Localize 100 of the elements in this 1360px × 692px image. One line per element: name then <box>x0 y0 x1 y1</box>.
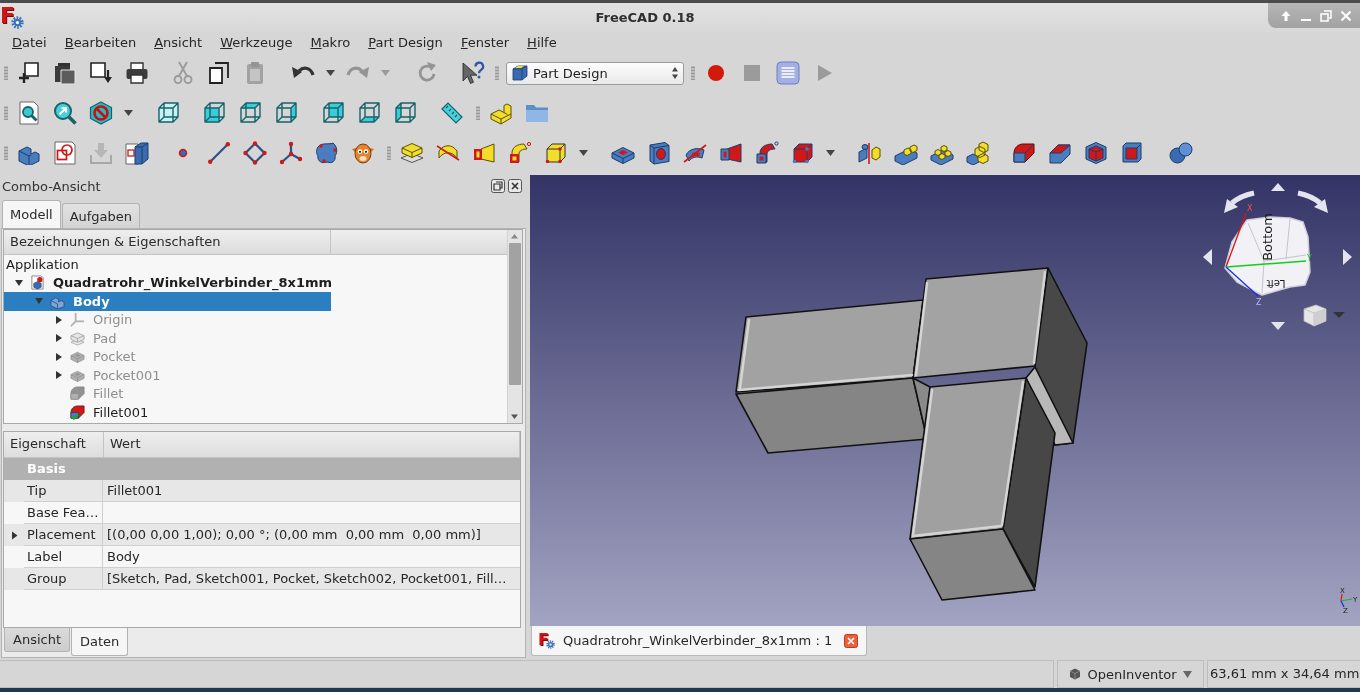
toolbar-handle[interactable] <box>4 106 8 120</box>
draw-style-button[interactable] <box>87 99 115 127</box>
tab[interactable]: Daten <box>71 628 129 656</box>
menu-item[interactable]: Werkzeuge <box>211 33 302 53</box>
page-block-icon <box>125 141 149 165</box>
whats-this-button[interactable] <box>459 59 487 87</box>
property-row[interactable]: Placement [(0,00 0,00 1,00); 0,00 °; (0,00 mm 0,00 mm 0,00 mm)] <box>4 524 520 546</box>
caret-icon <box>124 110 133 116</box>
workbench-selector[interactable]: Part Design <box>506 61 684 85</box>
property-value[interactable]: [Sketch, Pad, Sketch001, Pocket, Sketch002, Pocket001, Fill… <box>103 568 520 590</box>
multi-transform-button[interactable] <box>964 139 992 167</box>
subtractive-pipe-button[interactable] <box>753 139 781 167</box>
tray-arrow-icon <box>89 141 113 165</box>
axis-label: Z <box>1256 298 1262 307</box>
list-icon <box>776 61 800 85</box>
scrollbar-thumb[interactable] <box>509 243 521 385</box>
toolbar-handle[interactable] <box>691 66 695 80</box>
scrollbar[interactable] <box>507 230 522 423</box>
plane-button[interactable] <box>241 139 269 167</box>
menu-item[interactable]: Datei <box>3 33 56 53</box>
mirror-icon <box>858 141 882 165</box>
line-button[interactable] <box>205 139 233 167</box>
tree-item-label: Applikation <box>6 256 79 272</box>
arrow-up-icon[interactable] <box>1271 183 1285 191</box>
toolbar-handle[interactable] <box>4 146 8 160</box>
column-header[interactable]: Bezeichnungen & Eigenschaften <box>4 230 331 254</box>
menu-item[interactable]: Part Design <box>359 33 452 53</box>
boolean-button[interactable] <box>1167 139 1195 167</box>
menu-item[interactable]: Bearbeiten <box>55 33 146 53</box>
tree-item-label: Fillet <box>93 386 124 402</box>
fillet-icon <box>1012 141 1036 165</box>
tab[interactable]: Aufgaben <box>61 203 141 228</box>
close-panel-button[interactable] <box>508 179 522 193</box>
tree-item-label: Origin <box>93 312 133 328</box>
property-row[interactable]: Tip Fillet001 <box>4 480 520 502</box>
zoom-page-icon <box>17 101 41 125</box>
rotate-left-arrow-icon[interactable] <box>1224 190 1255 213</box>
tree-item-label: Pocket <box>93 349 136 365</box>
arrow-left-icon[interactable] <box>1203 249 1212 265</box>
menu-item[interactable]: Hilfe <box>518 33 566 53</box>
property-row[interactable]: Group [Sketch, Pad, Sketch001, Pocket, Sketch002, Pocket001, Fill… <box>4 568 520 590</box>
axes-icon <box>279 141 303 165</box>
sketch-button[interactable] <box>51 139 79 167</box>
dimensions-readout: 63,61 mm x 34,64 mm <box>1207 660 1360 688</box>
tab[interactable]: Modell <box>2 200 61 228</box>
part-block-icon <box>489 101 513 125</box>
arrow-down-icon[interactable] <box>1271 322 1285 330</box>
caret-right-icon[interactable] <box>9 530 19 540</box>
menu-item[interactable]: Fenster <box>451 33 519 53</box>
printer-icon <box>125 61 149 85</box>
rotate-right-arrow-icon[interactable] <box>1297 190 1328 213</box>
undock-button[interactable] <box>491 179 505 193</box>
cube-bottom-face-icon <box>357 101 381 125</box>
document-tab[interactable]: F Quadratrohr_WinkelVerbinder_8x1mm : 1 <box>531 626 868 656</box>
caret-icon <box>826 150 835 156</box>
ruler-icon <box>440 101 464 125</box>
arrow-right-icon[interactable] <box>1343 249 1352 265</box>
toolbar-handle[interactable] <box>387 146 391 160</box>
subtractive-box-icon <box>791 141 815 165</box>
gear-icon <box>546 640 555 649</box>
page-down-arrow-icon <box>89 61 113 85</box>
view-menu-button[interactable] <box>1303 304 1345 327</box>
tree-item[interactable]: Fillet001 <box>4 403 331 422</box>
navigation-cube[interactable] <box>1224 216 1311 296</box>
cube-right-face-icon <box>274 101 298 125</box>
macros-button[interactable] <box>774 59 802 87</box>
close-tab-button[interactable] <box>844 633 859 648</box>
scissors-icon <box>171 61 195 85</box>
pointer-question-icon <box>461 61 485 85</box>
close-icon <box>1340 9 1352 22</box>
axis-label: X <box>1247 204 1253 213</box>
caret-icon <box>1182 670 1192 678</box>
tree-item-label: Pocket001 <box>93 367 161 383</box>
copy-icon <box>207 61 231 85</box>
menu-item[interactable]: Ansicht <box>145 33 212 53</box>
tab[interactable]: Ansicht <box>4 628 70 652</box>
logo-letter: F <box>0 5 16 29</box>
property-name: Group <box>24 568 103 590</box>
toolbar-handle[interactable] <box>4 66 8 80</box>
tree-item-label: Fillet001 <box>93 404 149 420</box>
page-block-button[interactable] <box>123 139 151 167</box>
z-axis-line <box>1225 266 1259 297</box>
documents-icon <box>53 61 77 85</box>
cube-rear-face-icon <box>321 101 345 125</box>
tree-item-label: Quadratrohr_WinkelVerbinder_8x1mm <box>53 275 333 291</box>
axes-button[interactable] <box>277 139 305 167</box>
sheep-icon <box>351 141 375 165</box>
column-header[interactable]: Wert <box>104 432 520 457</box>
toolbar-handle[interactable] <box>495 66 499 80</box>
tree-item[interactable]: Body <box>4 292 331 311</box>
up-down-arrows-icon <box>671 66 679 80</box>
tree-item[interactable]: Applikation <box>4 255 331 274</box>
menu-item[interactable]: Makro <box>301 33 360 53</box>
column-header[interactable]: Eigenschaft <box>4 432 104 457</box>
fit-selection-button[interactable] <box>51 99 79 127</box>
tree-item[interactable]: Quadratrohr_WinkelVerbinder_8x1mm <box>4 273 331 292</box>
navigation-style-button[interactable]: OpenInventor <box>1057 660 1204 688</box>
new-document-icon <box>17 61 41 85</box>
draft-button[interactable] <box>1082 139 1110 167</box>
toolbar-handle[interactable] <box>476 106 480 120</box>
